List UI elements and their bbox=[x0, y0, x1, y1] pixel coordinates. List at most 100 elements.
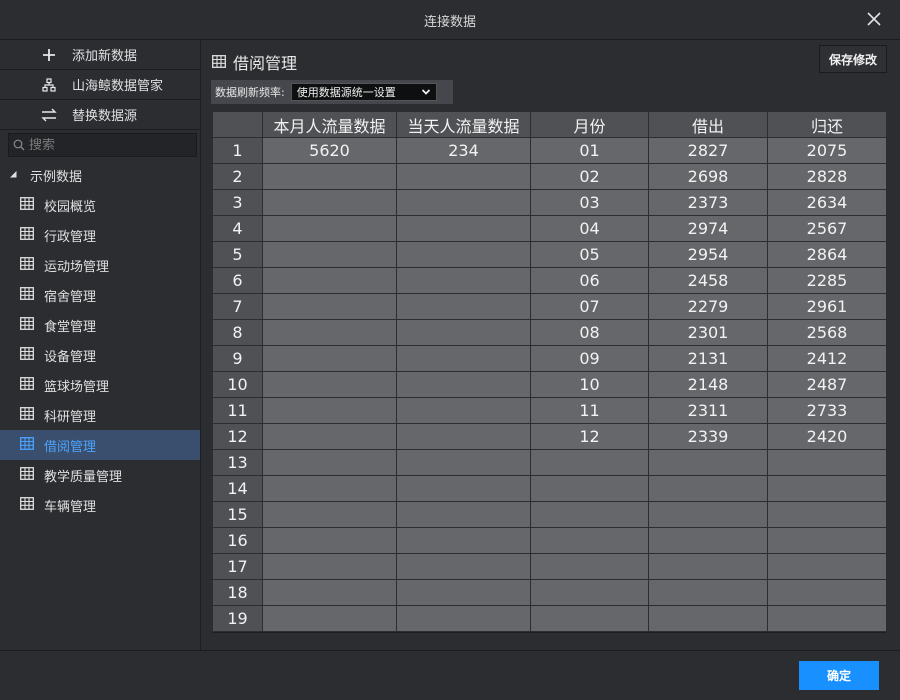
table-cell[interactable] bbox=[262, 293, 397, 320]
sidebar-item[interactable]: 校园概览 bbox=[0, 190, 200, 220]
table-cell[interactable] bbox=[648, 527, 768, 554]
row-number[interactable]: 6 bbox=[212, 267, 263, 294]
table-cell[interactable]: 2285 bbox=[767, 267, 887, 294]
row-number[interactable]: 16 bbox=[212, 527, 263, 554]
table-cell[interactable]: 2827 bbox=[648, 137, 768, 164]
table-cell[interactable] bbox=[262, 501, 397, 528]
table-cell[interactable]: 2828 bbox=[767, 163, 887, 190]
table-cell[interactable] bbox=[648, 501, 768, 528]
table-cell[interactable] bbox=[530, 449, 649, 476]
sidebar-item[interactable]: 科研管理 bbox=[0, 400, 200, 430]
sidebar-item[interactable]: 教学质量管理 bbox=[0, 460, 200, 490]
row-number[interactable]: 17 bbox=[212, 553, 263, 580]
table-cell[interactable]: 2373 bbox=[648, 189, 768, 216]
table-cell[interactable] bbox=[262, 423, 397, 450]
table-cell[interactable]: 2954 bbox=[648, 241, 768, 268]
table-cell[interactable] bbox=[396, 605, 531, 632]
column-header[interactable]: 当天人流量数据 bbox=[396, 111, 531, 138]
table-cell[interactable] bbox=[396, 267, 531, 294]
table-cell[interactable] bbox=[396, 345, 531, 372]
table-cell[interactable] bbox=[530, 605, 649, 632]
table-cell[interactable]: 2698 bbox=[648, 163, 768, 190]
table-cell[interactable] bbox=[767, 475, 887, 502]
row-number[interactable]: 14 bbox=[212, 475, 263, 502]
tree-root[interactable]: 示例数据 bbox=[0, 160, 200, 190]
table-cell[interactable]: 03 bbox=[530, 189, 649, 216]
row-number[interactable]: 12 bbox=[212, 423, 263, 450]
sidebar-item[interactable]: 车辆管理 bbox=[0, 490, 200, 520]
table-cell[interactable] bbox=[396, 423, 531, 450]
row-number[interactable]: 3 bbox=[212, 189, 263, 216]
table-cell[interactable]: 07 bbox=[530, 293, 649, 320]
column-header[interactable]: 归还 bbox=[767, 111, 887, 138]
confirm-button[interactable]: 确定 bbox=[799, 661, 879, 690]
table-cell[interactable] bbox=[262, 449, 397, 476]
table-cell[interactable]: 5620 bbox=[262, 137, 397, 164]
table-cell[interactable] bbox=[648, 449, 768, 476]
table-cell[interactable] bbox=[530, 501, 649, 528]
table-cell[interactable] bbox=[262, 215, 397, 242]
table-cell[interactable] bbox=[648, 553, 768, 580]
row-number[interactable]: 19 bbox=[212, 605, 263, 632]
row-number[interactable]: 4 bbox=[212, 215, 263, 242]
search-input[interactable] bbox=[29, 137, 189, 153]
table-cell[interactable] bbox=[530, 475, 649, 502]
table-cell[interactable] bbox=[396, 397, 531, 424]
data-manager-button[interactable]: 山海鲸数据管家 bbox=[0, 70, 200, 100]
table-cell[interactable] bbox=[262, 163, 397, 190]
sidebar-item[interactable]: 行政管理 bbox=[0, 220, 200, 250]
table-cell[interactable]: 2634 bbox=[767, 189, 887, 216]
row-number[interactable]: 2 bbox=[212, 163, 263, 190]
row-number[interactable]: 5 bbox=[212, 241, 263, 268]
row-number[interactable]: 11 bbox=[212, 397, 263, 424]
table-cell[interactable] bbox=[396, 553, 531, 580]
refresh-frequency-select[interactable]: 使用数据源统一设置 bbox=[290, 83, 437, 101]
table-cell[interactable] bbox=[396, 163, 531, 190]
sidebar-item[interactable]: 设备管理 bbox=[0, 340, 200, 370]
table-cell[interactable]: 2412 bbox=[767, 345, 887, 372]
table-cell[interactable] bbox=[262, 605, 397, 632]
table-cell[interactable] bbox=[530, 527, 649, 554]
table-cell[interactable] bbox=[530, 579, 649, 606]
table-cell[interactable] bbox=[648, 605, 768, 632]
table-cell[interactable] bbox=[262, 579, 397, 606]
table-cell[interactable] bbox=[262, 371, 397, 398]
table-cell[interactable]: 09 bbox=[530, 345, 649, 372]
table-cell[interactable] bbox=[767, 553, 887, 580]
table-cell[interactable]: 2458 bbox=[648, 267, 768, 294]
table-cell[interactable] bbox=[262, 345, 397, 372]
table-cell[interactable] bbox=[767, 579, 887, 606]
table-cell[interactable] bbox=[396, 527, 531, 554]
table-cell[interactable] bbox=[396, 241, 531, 268]
table-cell[interactable]: 2974 bbox=[648, 215, 768, 242]
table-cell[interactable]: 05 bbox=[530, 241, 649, 268]
table-cell[interactable]: 12 bbox=[530, 423, 649, 450]
row-number[interactable]: 13 bbox=[212, 449, 263, 476]
table-cell[interactable] bbox=[396, 449, 531, 476]
table-cell[interactable]: 2148 bbox=[648, 371, 768, 398]
row-number[interactable]: 8 bbox=[212, 319, 263, 346]
table-cell[interactable] bbox=[262, 241, 397, 268]
add-data-button[interactable]: 添加新数据 bbox=[0, 40, 200, 70]
table-cell[interactable]: 2339 bbox=[648, 423, 768, 450]
table-cell[interactable]: 2311 bbox=[648, 397, 768, 424]
table-cell[interactable]: 234 bbox=[396, 137, 531, 164]
table-cell[interactable]: 2961 bbox=[767, 293, 887, 320]
row-number[interactable]: 1 bbox=[212, 137, 263, 164]
row-number[interactable]: 9 bbox=[212, 345, 263, 372]
table-cell[interactable]: 2131 bbox=[648, 345, 768, 372]
table-cell[interactable]: 2487 bbox=[767, 371, 887, 398]
table-cell[interactable]: 06 bbox=[530, 267, 649, 294]
table-cell[interactable]: 2420 bbox=[767, 423, 887, 450]
table-cell[interactable] bbox=[396, 319, 531, 346]
table-cell[interactable] bbox=[262, 319, 397, 346]
table-cell[interactable]: 2279 bbox=[648, 293, 768, 320]
table-cell[interactable] bbox=[767, 527, 887, 554]
sidebar-item[interactable]: 宿舍管理 bbox=[0, 280, 200, 310]
table-cell[interactable]: 2567 bbox=[767, 215, 887, 242]
table-cell[interactable] bbox=[396, 293, 531, 320]
table-cell[interactable] bbox=[262, 553, 397, 580]
column-header[interactable]: 月份 bbox=[530, 111, 649, 138]
table-cell[interactable] bbox=[530, 553, 649, 580]
column-header[interactable]: 借出 bbox=[648, 111, 768, 138]
